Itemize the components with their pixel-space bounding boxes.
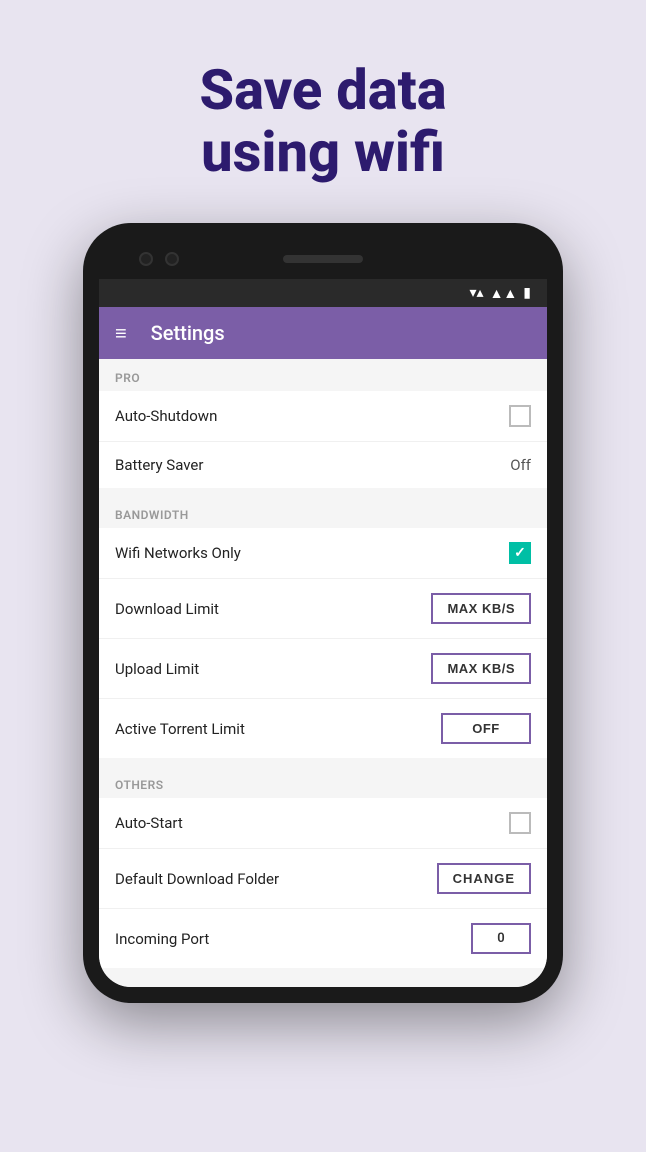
others-section: OTHERS Auto-Start Default Download Folde… — [99, 766, 547, 968]
status-bar: ▾▴ ▲▲ ▮ — [99, 279, 547, 307]
auto-start-checkbox[interactable] — [509, 812, 531, 834]
phone-screen: ≡ Settings PRO Auto-Shutdown Battery Sav… — [99, 307, 547, 987]
settings-content[interactable]: PRO Auto-Shutdown Battery Saver Off BAND… — [99, 359, 547, 987]
camera-dot-1 — [139, 252, 153, 266]
phone-cameras — [139, 252, 179, 266]
phone-notch — [99, 239, 547, 279]
download-limit-row: Download Limit MAX KB/S — [99, 579, 547, 639]
default-download-label: Default Download Folder — [115, 870, 279, 888]
phone-mockup: ▾▴ ▲▲ ▮ ≡ Settings PRO Auto-Shutdown — [83, 223, 563, 1003]
auto-start-label: Auto-Start — [115, 814, 183, 832]
active-torrent-row: Active Torrent Limit OFF — [99, 699, 547, 758]
checkmark-icon: ✓ — [514, 545, 526, 561]
auto-shutdown-row: Auto-Shutdown — [99, 391, 547, 442]
phone-outer: ▾▴ ▲▲ ▮ ≡ Settings PRO Auto-Shutdown — [83, 223, 563, 1003]
app-title: Settings — [151, 321, 225, 345]
battery-saver-label: Battery Saver — [115, 456, 203, 474]
hero-text: Save data using wifi — [199, 60, 446, 183]
active-torrent-button[interactable]: OFF — [441, 713, 531, 744]
wifi-networks-checkbox[interactable]: ✓ — [509, 542, 531, 564]
upload-limit-label: Upload Limit — [115, 660, 199, 678]
battery-icon: ▮ — [523, 285, 531, 301]
auto-shutdown-label: Auto-Shutdown — [115, 407, 217, 425]
menu-icon[interactable]: ≡ — [115, 321, 127, 346]
wifi-networks-row: Wifi Networks Only ✓ — [99, 528, 547, 579]
wifi-icon: ▾▴ — [470, 285, 484, 301]
wifi-networks-label: Wifi Networks Only — [115, 544, 241, 562]
hero-line2: using wifi — [201, 119, 445, 185]
auto-shutdown-checkbox[interactable] — [509, 405, 531, 427]
video-section: VIDEO — [99, 976, 547, 987]
auto-start-row: Auto-Start — [99, 798, 547, 849]
upload-limit-row: Upload Limit MAX KB/S — [99, 639, 547, 699]
bandwidth-section: BANDWIDTH Wifi Networks Only ✓ Download … — [99, 496, 547, 758]
active-torrent-label: Active Torrent Limit — [115, 720, 245, 738]
phone-speaker — [283, 255, 363, 263]
default-download-row: Default Download Folder CHANGE — [99, 849, 547, 909]
incoming-port-label: Incoming Port — [115, 930, 209, 948]
battery-saver-value[interactable]: Off — [510, 456, 531, 474]
incoming-port-value[interactable]: 0 — [471, 923, 531, 954]
app-bar: ≡ Settings — [99, 307, 547, 359]
upload-limit-button[interactable]: MAX KB/S — [431, 653, 531, 684]
bandwidth-header: BANDWIDTH — [99, 496, 547, 528]
pro-header: PRO — [99, 359, 547, 391]
incoming-port-row: Incoming Port 0 — [99, 909, 547, 968]
change-button[interactable]: CHANGE — [437, 863, 531, 894]
hero-line1: Save data — [199, 57, 446, 123]
pro-section: PRO Auto-Shutdown Battery Saver Off — [99, 359, 547, 488]
download-limit-button[interactable]: MAX KB/S — [431, 593, 531, 624]
signal-icon: ▲▲ — [490, 285, 518, 302]
video-header: VIDEO — [99, 976, 547, 987]
download-limit-label: Download Limit — [115, 600, 219, 618]
others-header: OTHERS — [99, 766, 547, 798]
battery-saver-row: Battery Saver Off — [99, 442, 547, 488]
camera-dot-2 — [165, 252, 179, 266]
